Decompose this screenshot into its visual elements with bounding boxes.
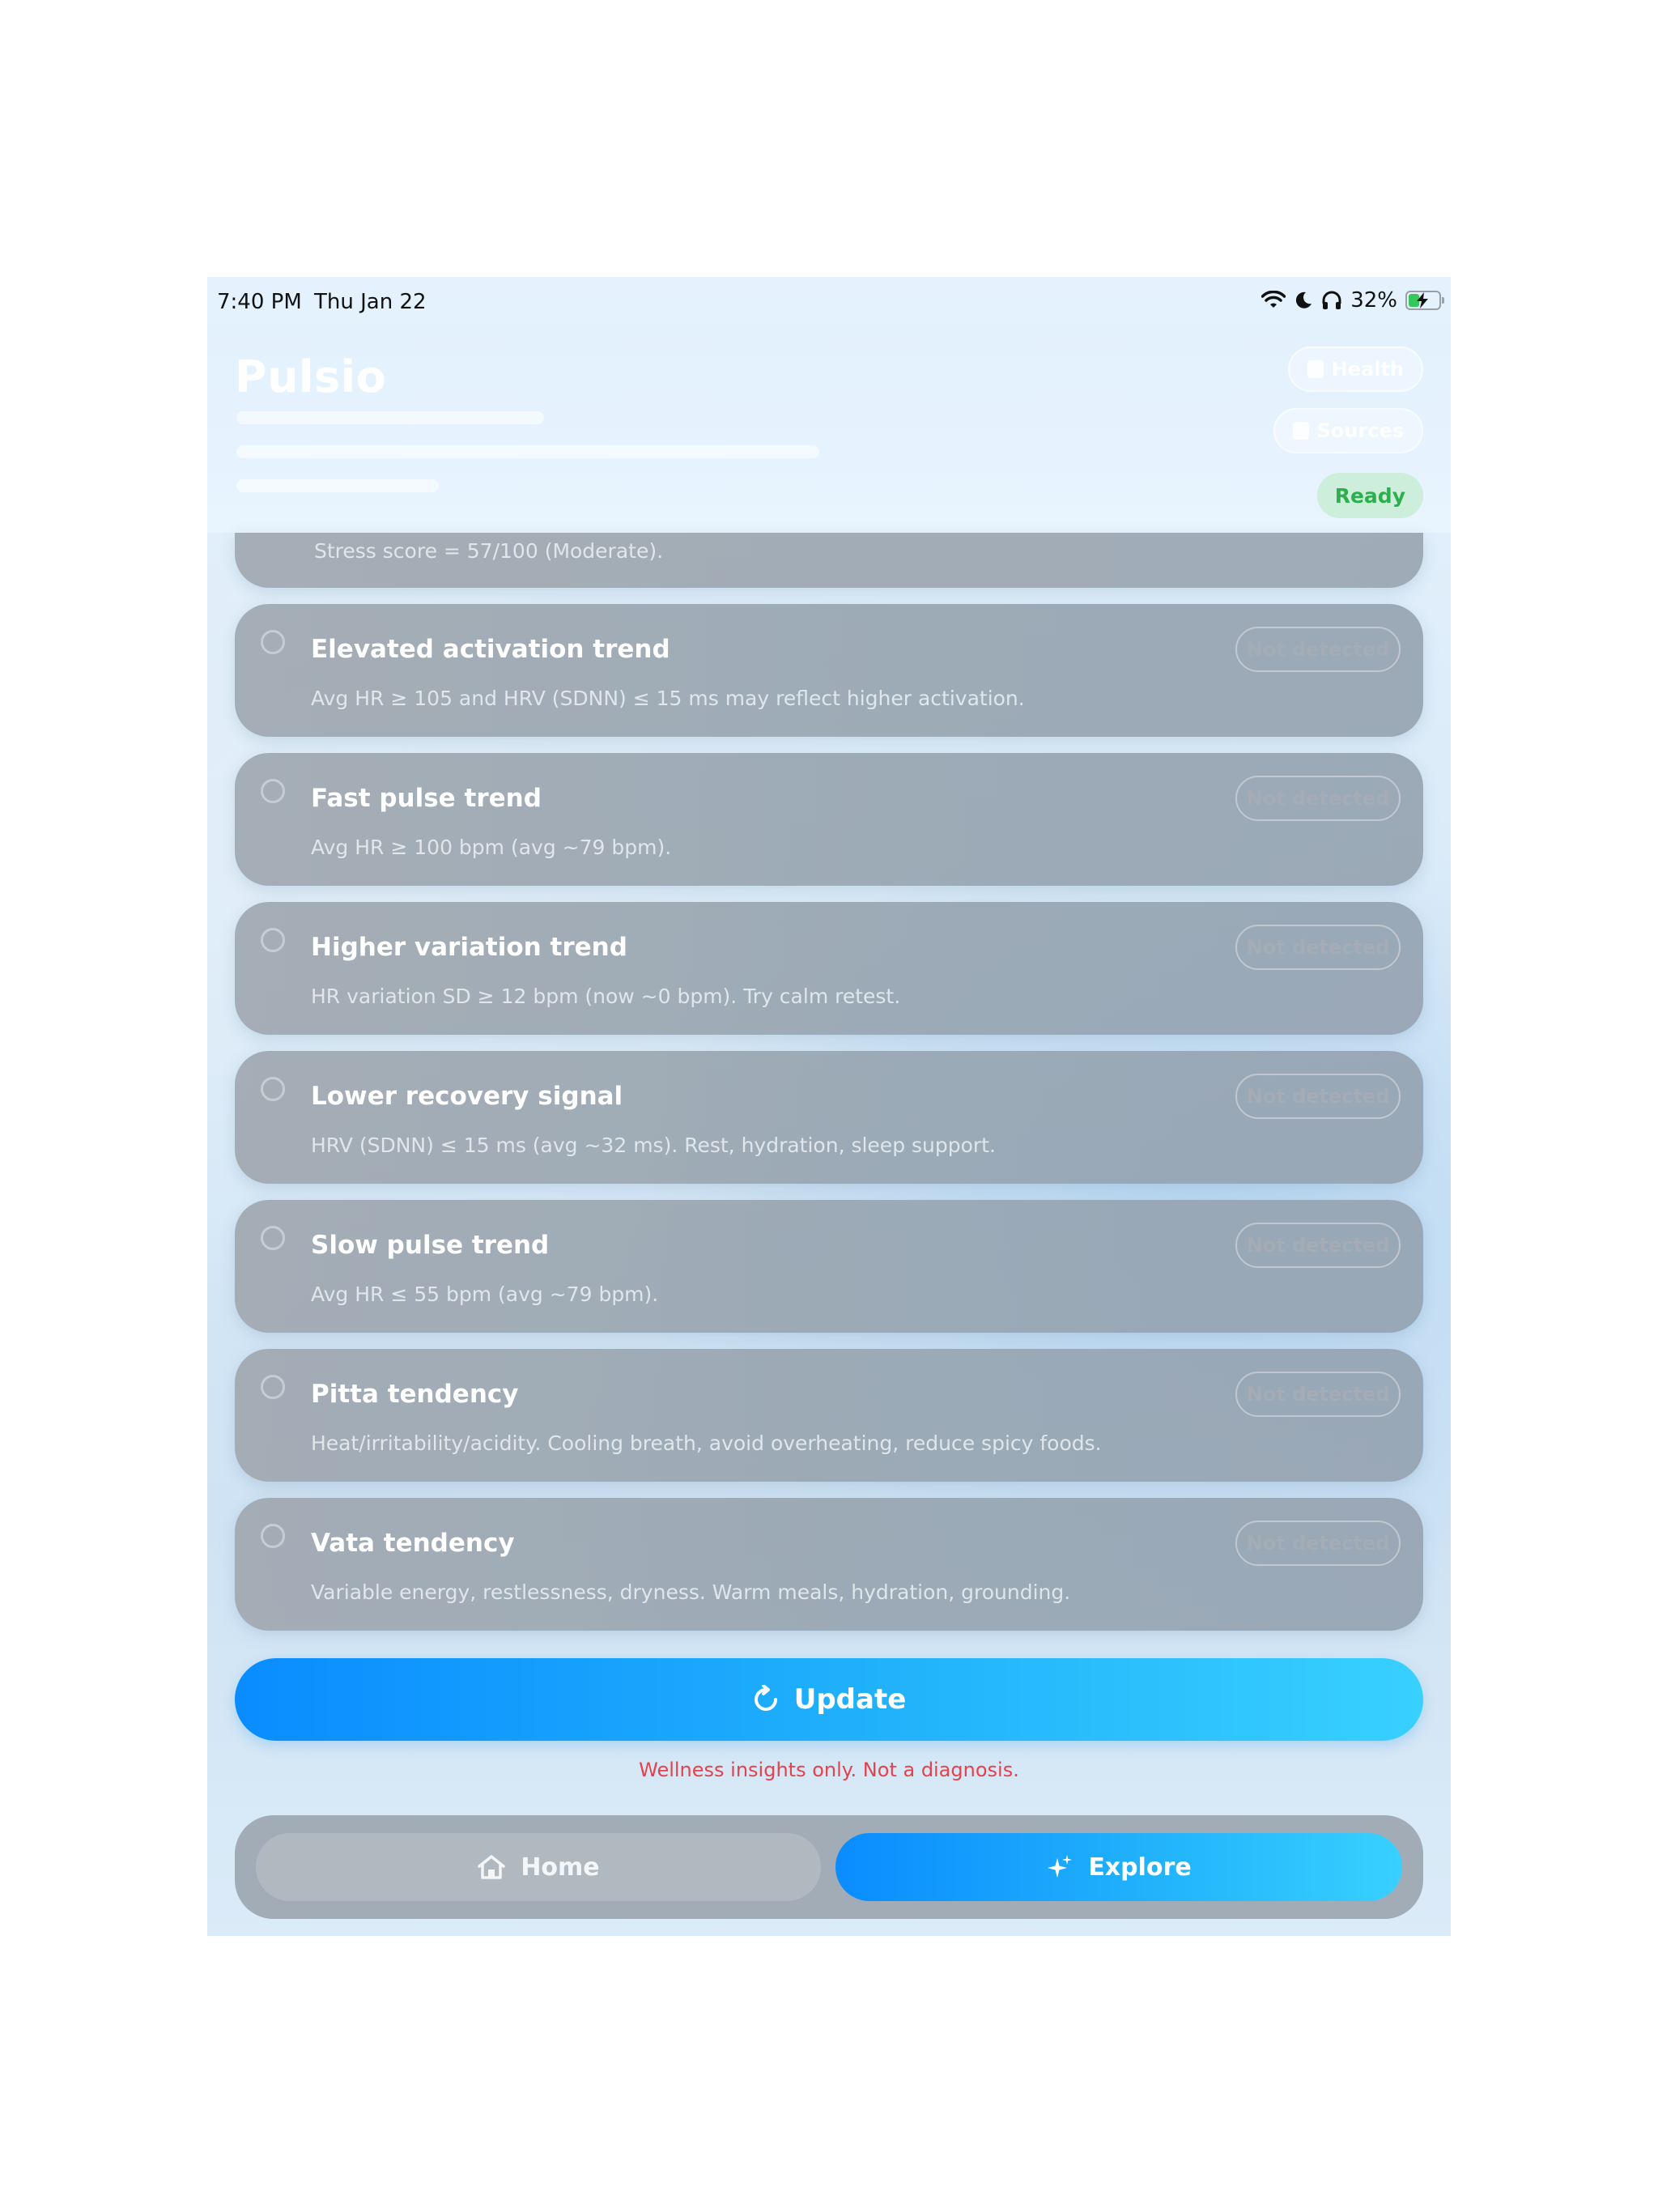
radio-button[interactable] xyxy=(261,1524,285,1548)
insight-description: Stress score = 57/100 (Moderate). xyxy=(314,539,664,563)
status-bar: 7:40 PM Thu Jan 22 32% xyxy=(207,277,1451,329)
insight-title: Elevated activation trend xyxy=(311,635,670,664)
status-badge: Not detected xyxy=(1235,1074,1401,1119)
status-icons: 32% xyxy=(1261,288,1444,313)
status-badge: Not detected xyxy=(1235,1521,1401,1566)
health-icon xyxy=(1307,360,1324,378)
sources-button-label: Sources xyxy=(1316,419,1404,442)
tab-home-label: Home xyxy=(521,1853,600,1882)
status-badge: Not detected xyxy=(1235,1223,1401,1268)
radio-button[interactable] xyxy=(261,1226,285,1250)
status-badge: Not detected xyxy=(1235,627,1401,672)
insight-title: Fast pulse trend xyxy=(311,784,542,813)
insight-card[interactable]: Fast pulse trend Avg HR ≥ 100 bpm (avg ~… xyxy=(235,753,1423,886)
battery-percent: 32% xyxy=(1350,288,1397,313)
app-title: Pulsio xyxy=(235,351,387,402)
insight-card[interactable]: Pitta tendency Heat/irritability/acidity… xyxy=(235,1349,1423,1482)
app-header: Pulsio Health Sources xyxy=(207,329,1451,533)
insight-description: HRV (SDNN) ≤ 15 ms (avg ~32 ms). Rest, h… xyxy=(311,1134,996,1157)
sources-button[interactable]: Sources xyxy=(1273,408,1423,453)
radio-button[interactable] xyxy=(261,928,285,952)
update-button-label: Update xyxy=(793,1683,907,1716)
tab-home[interactable]: Home xyxy=(256,1833,821,1901)
insight-card[interactable]: Higher variation trend HR variation SD ≥… xyxy=(235,902,1423,1035)
insight-description: Avg HR ≥ 105 and HRV (SDNN) ≤ 15 ms may … xyxy=(311,687,1025,710)
insight-description: Heat/irritability/acidity. Cooling breat… xyxy=(311,1431,1102,1455)
status-badge: Not detected xyxy=(1235,1372,1401,1417)
app-screen: 7:40 PM Thu Jan 22 32% Pulsio Health Sou… xyxy=(207,277,1451,1936)
radio-button[interactable] xyxy=(261,1375,285,1399)
bottom-tab-bar: Home Explore xyxy=(235,1815,1423,1919)
refresh-icon xyxy=(754,1685,777,1711)
insight-title: Lower recovery signal xyxy=(311,1082,623,1111)
tab-explore-label: Explore xyxy=(1088,1853,1192,1882)
headphones-icon xyxy=(1322,291,1341,309)
status-date: Thu Jan 22 xyxy=(314,290,427,314)
moon-icon xyxy=(1296,291,1312,308)
book-icon xyxy=(1292,422,1309,440)
radio-button[interactable] xyxy=(261,1077,285,1101)
insight-card[interactable]: Stress score = 57/100 (Moderate). xyxy=(235,533,1423,588)
status-badge: Not detected xyxy=(1235,776,1401,821)
insight-card[interactable]: Vata tendency Variable energy, restlessn… xyxy=(235,1498,1423,1631)
insight-title: Higher variation trend xyxy=(311,933,627,962)
health-button[interactable]: Health xyxy=(1287,347,1423,392)
disclaimer-text: Wellness insights only. Not a diagnosis. xyxy=(639,1759,1019,1781)
status-time: 7:40 PM xyxy=(217,290,302,314)
radio-button[interactable] xyxy=(261,630,285,654)
insight-card[interactable]: Slow pulse trend Avg HR ≤ 55 bpm (avg ~7… xyxy=(235,1200,1423,1333)
home-icon xyxy=(478,1855,506,1879)
insight-title: Slow pulse trend xyxy=(311,1231,550,1260)
insight-title: Vata tendency xyxy=(311,1529,515,1558)
health-button-label: Health xyxy=(1331,358,1404,381)
insight-description: Variable energy, restlessness, dryness. … xyxy=(311,1580,1071,1604)
update-button[interactable]: Update xyxy=(235,1658,1423,1741)
battery-icon xyxy=(1405,291,1444,310)
insight-description: Avg HR ≤ 55 bpm (avg ~79 bpm). xyxy=(311,1283,659,1306)
insight-card[interactable]: Lower recovery signal HRV (SDNN) ≤ 15 ms… xyxy=(235,1051,1423,1184)
tab-explore[interactable]: Explore xyxy=(835,1833,1402,1901)
radio-button[interactable] xyxy=(261,779,285,803)
insight-description: HR variation SD ≥ 12 bpm (now ~0 bpm). T… xyxy=(311,985,901,1008)
subtitle-line xyxy=(236,479,439,492)
wifi-icon xyxy=(1261,291,1286,308)
status-badge: Not detected xyxy=(1235,925,1401,970)
status-badge: Ready xyxy=(1316,473,1423,518)
insight-description: Avg HR ≥ 100 bpm (avg ~79 bpm). xyxy=(311,836,672,859)
subtitle-line xyxy=(236,445,819,458)
insight-title: Pitta tendency xyxy=(311,1380,519,1409)
subtitle-line xyxy=(236,411,544,424)
insight-card[interactable]: Elevated activation trend Avg HR ≥ 105 a… xyxy=(235,604,1423,737)
sparkles-icon xyxy=(1048,1855,1073,1878)
